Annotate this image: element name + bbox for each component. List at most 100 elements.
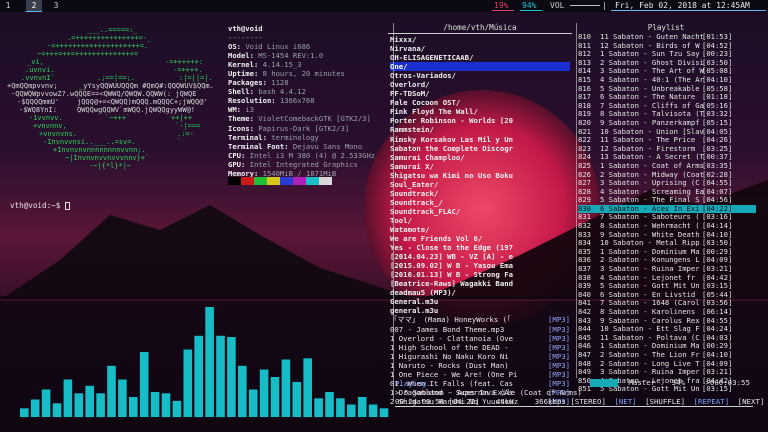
playlist-row[interactable]: 833 9 Sabaton - White Death [04:10] xyxy=(578,231,756,240)
folder-entry[interactable]: Rimsky Korsakov Las Mil y Un xyxy=(390,135,570,144)
folder-entry[interactable]: Porter Robinson - Worlds [20 xyxy=(390,116,570,125)
folder-entry[interactable]: Overlord/ xyxy=(390,80,570,89)
folder-entry[interactable]: One/ xyxy=(390,62,570,72)
file-entry-name: PF-TDSoM/ xyxy=(390,89,430,99)
shuffle-toggle[interactable]: [SHUFFLE] xyxy=(645,397,685,406)
playlist-row[interactable]: 827 3 Sabaton - Uprising (C [04:55] xyxy=(578,179,756,188)
playlist-row[interactable]: 848 2 Sabaton - Long Live T [04:09] xyxy=(578,360,756,369)
next-button[interactable]: [NEXT] xyxy=(738,397,765,406)
folder-entry[interactable]: PF-TDSoM/ xyxy=(390,89,570,98)
folder-entry[interactable]: Soul_Eater/ xyxy=(390,180,570,189)
playlist-row[interactable]: 815 4 Sabaton - 40:1 (The Ar [04:10] xyxy=(578,76,756,85)
folder-entry[interactable]: Yes - Close to the Edge (197 xyxy=(390,243,570,252)
playlist-panel[interactable]: Playlist 810 11 Sabaton - Guten Nacht [01:… xyxy=(574,23,758,393)
playlist-row[interactable]: 823 12 Sabaton - Firestorm [03:25] xyxy=(578,145,756,154)
file-entry[interactable]: 1 Naruto - Rocks (Dust Man) [MP3] xyxy=(390,361,570,370)
svg-text:-Invnvvnsi..___..=sv=.: -Invnvvnsi..___..=sv=. xyxy=(43,138,136,146)
playlist-row[interactable]: 821 10 Sabaton - Union [Slav [04:05] xyxy=(578,128,756,137)
playlist-row[interactable]: 834 10 Sabaton - Metal Ripp [03:50] xyxy=(578,239,756,248)
playlist-row[interactable]: 831 7 Sabaton - Saboteurs ([03:16] xyxy=(578,213,756,222)
playlist-list[interactable]: 810 11 Sabaton - Guten Nacht [01:53] 811 12 … xyxy=(578,33,756,394)
playlist-row[interactable]: 822 11 Sabaton - The Price [04:26] xyxy=(578,136,756,145)
folder-entry[interactable]: Mixxx/ xyxy=(390,35,570,44)
folder-entry[interactable]: Rammstein/ xyxy=(390,125,570,134)
file-entry[interactable]: 1 High School of the DEAD - [MP3] xyxy=(390,343,570,352)
file-list[interactable]: Mixxx/Nirvana/OH-ELISAGENETICAAB/One/Otr… xyxy=(390,35,570,406)
folder-entry[interactable]: Tool/ xyxy=(390,216,570,225)
repeat-toggle[interactable]: [REPEAT] xyxy=(694,397,730,406)
net-toggle[interactable]: [NET] xyxy=(614,397,636,406)
volume-label[interactable]: VOL xyxy=(550,0,564,12)
playlist-row[interactable]: 820 9 Sabaton - Panzerkampf [05:15] xyxy=(578,119,756,128)
playlist-row[interactable]: 825 1 Sabaton - Coat of Arms [03:35] xyxy=(578,162,756,171)
file-entry[interactable]: 1 Higurashi No Naku Koro Ni [MP3] xyxy=(390,352,570,361)
playlist-row[interactable]: 817 6 Sabaton - The Nature [01:18] xyxy=(578,93,756,102)
playlist-row-title: 9 Sabaton - White Death xyxy=(600,230,700,239)
folder-entry[interactable]: General.m3u xyxy=(390,297,570,306)
file-entry[interactable]: 「ママ」 (Mama) HoneyWorks (「 [MP3] xyxy=(390,315,570,324)
playlist-row[interactable]: 811 12 Sabaton - Birds of W [04:52] xyxy=(578,42,756,51)
playlist-row[interactable]: 843 9 Sabaton - Carolus Rex [04:55] xyxy=(578,317,756,326)
mixer-level-bar[interactable] xyxy=(590,379,618,387)
workspace-button-1[interactable]: 1 xyxy=(0,0,16,12)
folder-entry[interactable]: Soundtrack_/ xyxy=(390,198,570,207)
folder-entry[interactable]: Soundtrack_FLAC/ xyxy=(390,207,570,216)
playlist-row[interactable]: 813 2 Sabaton - Ghost Divisi [03:50] xyxy=(578,59,756,68)
folder-entry[interactable]: general.m3u xyxy=(390,306,570,315)
playlist-row[interactable]: 819 8 Sabaton - Talvisota (T [03:32] xyxy=(578,110,756,119)
folder-entry[interactable]: [2014.04.23] WB - VZ [A] - e xyxy=(390,252,570,261)
playlist-row[interactable]: 842 8 Sabaton - Karolinens [06:14] xyxy=(578,308,756,317)
volume-bar[interactable] xyxy=(570,5,600,17)
playlist-row[interactable]: 814 3 Sabaton - The Art of W [05:08] xyxy=(578,67,756,76)
folder-entry[interactable]: We are Friends Vol 6/ xyxy=(390,234,570,243)
folder-entry[interactable]: Nirvana/ xyxy=(390,44,570,53)
playlist-row[interactable]: 838 4 Sabaton - Lejonet fr [04:42] xyxy=(578,274,756,283)
playlist-row[interactable]: 846 1 Sabaton - Dominium Ma [00:29] xyxy=(578,342,756,351)
workspace-button-3[interactable]: 3 xyxy=(48,0,64,12)
playlist-row[interactable]: 847 2 Sabaton - The Lion Fr [04:10] xyxy=(578,351,756,360)
playlist-row[interactable]: 826 2 Sabaton - Midway (Coat [02:28] xyxy=(578,171,756,180)
folder-entry[interactable]: [Beatrice-Raws] Wagakki Band xyxy=(390,279,570,288)
folder-entry[interactable]: Shigatsu wa Kimi no Uso Boku xyxy=(390,171,570,180)
folder-entry[interactable]: Soundtrack/ xyxy=(390,189,570,198)
workspace-button-2[interactable]: 2 xyxy=(26,0,42,12)
file-entry[interactable]: 007 - James Bond Theme.mp3 [MP3] xyxy=(390,325,570,334)
folder-entry[interactable]: OH-ELISAGENETICAAB/ xyxy=(390,53,570,62)
playlist-row-title: 12 Sabaton - Birds of W xyxy=(600,41,700,50)
playlist-row[interactable]: 836 2 Sabaton - Konungens L [04:09] xyxy=(578,256,756,265)
playlist-row[interactable]: 810 11 Sabaton - Guten Nacht [01:53] xyxy=(578,33,756,42)
playlist-row[interactable]: 824 13 Sabaton - A Secret (T [00:37] xyxy=(578,153,756,162)
playlist-row[interactable]: 835 1 Sabaton - Dominium Ma [00:29] xyxy=(578,248,756,257)
system-info-row: Theme: VioletComebackGTK [GTK2/3] xyxy=(228,114,388,123)
file-entry[interactable]: 1 One Piece - We Are! (One Pi [MP3] xyxy=(390,370,570,379)
folder-entry[interactable]: Watamote/ xyxy=(390,225,570,234)
playlist-row[interactable]: 816 5 Sabaton - Unbreakable [05:58] xyxy=(578,85,756,94)
folder-entry[interactable]: deadmau5 (MP3)/ xyxy=(390,288,570,297)
folder-entry[interactable]: [2015.09.02] W B - Yasou Ema xyxy=(390,261,570,270)
playlist-row[interactable]: 845 11 Sabaton - Poltava (C [04:03] xyxy=(578,334,756,343)
playlist-row[interactable]: 837 3 Sabaton - Ruina Imper [03:21] xyxy=(578,265,756,274)
folder-entry[interactable]: [2016.01.13] W B - Strong Fa xyxy=(390,270,570,279)
playlist-row[interactable]: 832 8 Sabaton - Wehrmacht ([04:14] xyxy=(578,222,756,231)
playlist-row[interactable]: 844 10 Sabaton - Ett Slag F [04:24] xyxy=(578,325,756,334)
playlist-row[interactable]: 841 7 Sabaton - 1648 (Carol [03:56] xyxy=(578,299,756,308)
playlist-row[interactable]: 818 7 Sabaton - Cliffs of Ga [05:16] xyxy=(578,102,756,111)
playlist-row[interactable]: 849 3 Sabaton - Ruina Imper [03:21] xyxy=(578,368,756,377)
playlist-row-number: 847 xyxy=(578,350,591,359)
playlist-row[interactable]: 839 5 Sabaton - Gott Mit Un [03:15] xyxy=(578,282,756,291)
playlist-row[interactable]: 840 6 Sabaton - En Livstid [05:44] xyxy=(578,291,756,300)
file-browser-panel[interactable]: /home/vth/Música Mixxx/Nirvana/OH-ELISAG… xyxy=(388,23,572,413)
playlist-row[interactable]: 829 5 Sabaton - The Final S [04:56] xyxy=(578,196,756,205)
folder-entry[interactable]: Sabaton the Complete Discogr xyxy=(390,144,570,153)
playlist-row[interactable]: 830 6 Sabaton - Aces In Exi [04:22] xyxy=(578,204,756,214)
terminal-prompt[interactable]: vth@void:~$ xyxy=(10,201,70,210)
folder-entry[interactable]: Pale Cocoon OST/ xyxy=(390,98,570,107)
folder-entry[interactable]: Pink Floyd The Wall/ xyxy=(390,107,570,116)
folder-entry[interactable]: Samurai X/ xyxy=(390,162,570,171)
file-entry[interactable]: 1 Overlord - Clattanoia (Ove [MP3] xyxy=(390,334,570,343)
playlist-row[interactable]: 812 1 Sabaton - Sun Tzu Say [00:23] xyxy=(578,50,756,59)
folder-entry[interactable]: Otros-Variados/ xyxy=(390,71,570,80)
folder-entry[interactable]: Samurai Champloo/ xyxy=(390,153,570,162)
playlist-row[interactable]: 828 4 Sabaton - Screaming Ea [04:07] xyxy=(578,188,756,197)
stereo-indicator: [STEREO] xyxy=(570,397,606,406)
